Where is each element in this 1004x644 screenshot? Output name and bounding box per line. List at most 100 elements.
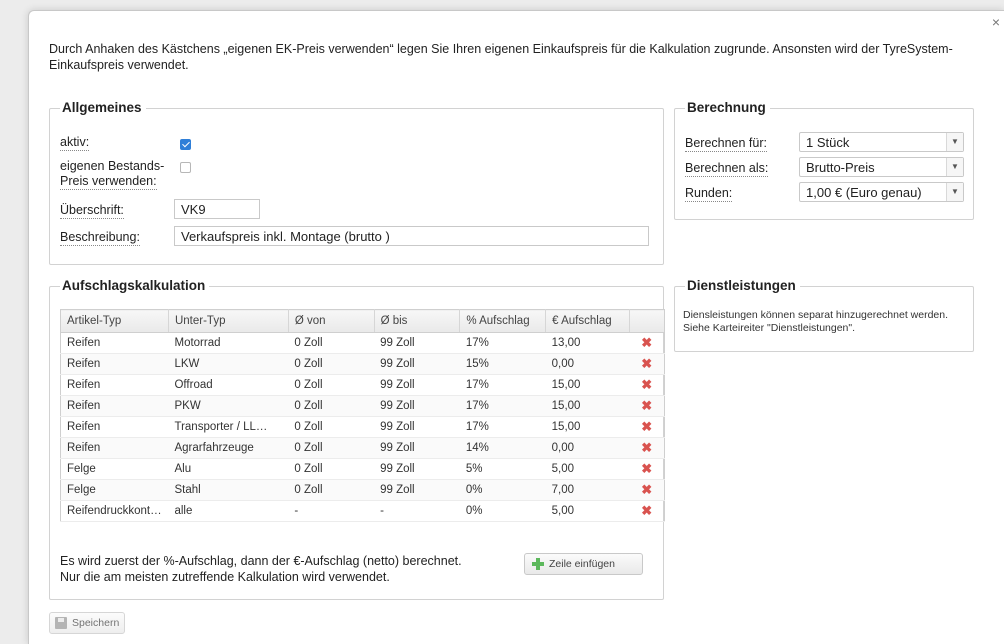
table-cell: 99 Zoll (374, 416, 460, 438)
delete-icon[interactable]: ✖ (629, 374, 665, 396)
table-cell: Offroad (168, 374, 289, 396)
table-cell: 14% (459, 437, 546, 459)
calculation-dialog: × Durch Anhaken des Kästchens „eigenen E… (28, 10, 1004, 644)
table-cell: 5,00 (545, 458, 630, 480)
delete-icon[interactable]: ✖ (629, 479, 665, 501)
add-row-button[interactable]: Zeile einfügen (524, 553, 643, 575)
berechnung-section: Berechnung Berechnen für: 1 Stück ▼ Bere… (674, 100, 974, 220)
delete-icon[interactable]: ✖ (629, 500, 665, 522)
column-header[interactable]: Unter-Typ (168, 309, 289, 333)
berechnen-als-select[interactable]: Brutto-Preis ▼ (799, 157, 964, 177)
table-cell: 0 Zoll (288, 437, 375, 459)
table-cell: 0% (459, 479, 546, 501)
delete-icon[interactable]: ✖ (629, 458, 665, 480)
chevron-down-icon: ▼ (946, 133, 963, 151)
delete-icon[interactable]: ✖ (629, 416, 665, 438)
table-cell: Reifen (60, 332, 169, 354)
chevron-down-icon: ▼ (946, 158, 963, 176)
table-cell: 0 Zoll (288, 416, 375, 438)
table-cell: PKW (168, 395, 289, 417)
table-cell: 13,00 (545, 332, 630, 354)
aktiv-checkbox[interactable] (180, 139, 191, 150)
dienstleistungen-section: Dienstleistungen Diensleistungen können … (674, 278, 974, 352)
table-cell: 15% (459, 353, 546, 375)
ueberschrift-input[interactable] (174, 199, 260, 219)
table-cell: Reifen (60, 416, 169, 438)
table-cell: 99 Zoll (374, 479, 460, 501)
close-icon[interactable]: × (992, 15, 1000, 29)
table-cell: 17% (459, 416, 546, 438)
table-cell: Reifen (60, 353, 169, 375)
table-cell: Stahl (168, 479, 289, 501)
delete-icon[interactable]: ✖ (629, 332, 665, 354)
table-cell: Reifen (60, 395, 169, 417)
table-cell: 5% (459, 458, 546, 480)
table-cell: 5,00 (545, 500, 630, 522)
table-cell: 0 Zoll (288, 332, 375, 354)
berechnen-fuer-select[interactable]: 1 Stück ▼ (799, 132, 964, 152)
beschreibung-input[interactable] (174, 226, 649, 246)
eigener-preis-row: eigenen Bestands- Preis verwenden: (60, 159, 164, 190)
table-row[interactable]: Felge Stahl 0 Zoll 99 Zoll 0% 7,00 ✖ (60, 479, 665, 501)
table-cell: LKW (168, 353, 289, 375)
table-cell: 17% (459, 395, 546, 417)
berechnen-als-value: Brutto-Preis (806, 160, 875, 175)
table-cell: Alu (168, 458, 289, 480)
table-cell: 7,00 (545, 479, 630, 501)
column-header[interactable]: € Aufschlag (545, 309, 631, 333)
floppy-disk-icon (55, 617, 67, 629)
beschreibung-row: Beschreibung: (60, 230, 140, 246)
table-cell: 0 Zoll (288, 374, 375, 396)
save-button[interactable]: Speichern (49, 612, 125, 634)
table-row[interactable]: Reifen Agrarfahrzeuge 0 Zoll 99 Zoll 14%… (60, 437, 665, 459)
table-cell: 15,00 (545, 416, 630, 438)
table-cell: 0 Zoll (288, 458, 375, 480)
table-cell: 0 Zoll (288, 395, 375, 417)
table-cell: Felge (60, 479, 169, 501)
table-row[interactable]: Reifen Offroad 0 Zoll 99 Zoll 17% 15,00 … (60, 374, 665, 396)
intro-text: Durch Anhaken des Kästchens „eigenen EK-… (49, 42, 953, 72)
table-cell: 0,00 (545, 437, 630, 459)
table-cell: - (374, 500, 460, 522)
eigener-preis-checkbox[interactable] (180, 162, 191, 173)
runden-select[interactable]: 1,00 € (Euro genau) ▼ (799, 182, 964, 202)
table-cell: 17% (459, 332, 546, 354)
save-label: Speichern (72, 617, 120, 629)
delete-icon[interactable]: ✖ (629, 395, 665, 417)
column-header[interactable]: % Aufschlag (459, 309, 547, 333)
table-row[interactable]: Reifen Motorrad 0 Zoll 99 Zoll 17% 13,00… (60, 332, 665, 354)
table-row[interactable]: Reifen LKW 0 Zoll 99 Zoll 15% 0,00 ✖ (60, 353, 665, 375)
berechnen-als-row: Berechnen als: (685, 161, 769, 177)
table-cell: 0 Zoll (288, 353, 375, 375)
table-row[interactable]: Felge Alu 0 Zoll 99 Zoll 5% 5,00 ✖ (60, 458, 665, 480)
table-cell: 99 Zoll (374, 353, 460, 375)
column-header[interactable]: Ø von (288, 309, 375, 333)
aktiv-label: aktiv: (60, 135, 90, 151)
table-cell: Motorrad (168, 332, 289, 354)
table-cell: 99 Zoll (374, 437, 460, 459)
table-cell: 99 Zoll (374, 374, 460, 396)
eigener-preis-label-line2: Preis verwenden: (60, 174, 157, 190)
table-row[interactable]: Reifendruckkont… alle - - 0% 5,00 ✖ (60, 500, 665, 522)
dienstleistungen-text-1: Diensleistungen können separat hinzugere… (683, 309, 949, 321)
table-cell: Transporter / LL… (168, 416, 289, 438)
table-cell: Felge (60, 458, 169, 480)
ueberschrift-label: Überschrift: (60, 203, 124, 219)
chevron-down-icon: ▼ (946, 183, 963, 201)
table-header-row: Artikel-Typ Unter-Typ Ø von Ø bis % Aufs… (60, 309, 665, 333)
table-cell: 99 Zoll (374, 332, 460, 354)
ueberschrift-row: Überschrift: (60, 203, 124, 219)
column-header[interactable]: Ø bis (374, 309, 461, 333)
berechnen-als-label: Berechnen als: (685, 161, 769, 177)
add-row-label: Zeile einfügen (549, 558, 615, 570)
table-cell: 0% (459, 500, 546, 522)
delete-icon[interactable]: ✖ (629, 353, 665, 375)
column-header[interactable]: Artikel-Typ (60, 309, 169, 333)
table-row[interactable]: Reifen Transporter / LL… 0 Zoll 99 Zoll … (60, 416, 665, 438)
aktiv-row: aktiv: (60, 135, 90, 151)
table-row[interactable]: Reifen PKW 0 Zoll 99 Zoll 17% 15,00 ✖ (60, 395, 665, 417)
table-cell: 15,00 (545, 395, 630, 417)
delete-icon[interactable]: ✖ (629, 437, 665, 459)
runden-row: Runden: (685, 186, 733, 202)
aufschlag-table: Artikel-Typ Unter-Typ Ø von Ø bis % Aufs… (60, 309, 665, 522)
